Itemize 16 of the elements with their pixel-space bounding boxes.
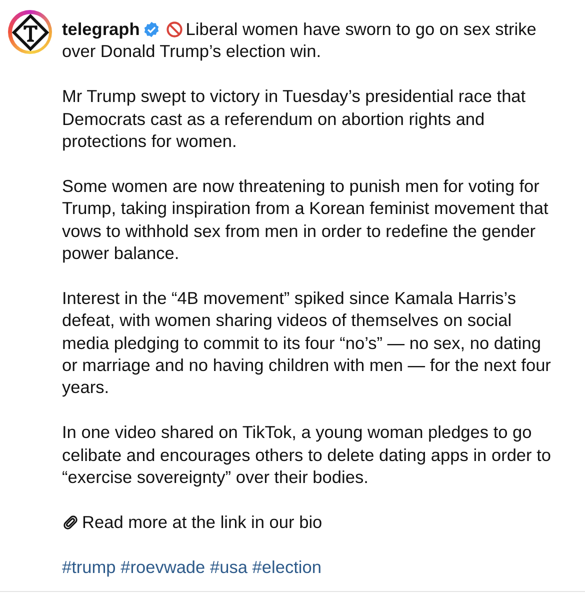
avatar-ring[interactable] [8,10,52,54]
caption-paragraph: Some women are now threatening to punish men for voting for Trump, taking inspiration from a Korean feminist movement that vows to withhold sex from men in order to redefine the gender power balance. [62,174,550,264]
hashtag-link[interactable]: #election [252,556,322,577]
logo-icon [10,12,50,52]
caption-text: Liberal women have sworn to go on sex strike [186,19,536,39]
username-link[interactable]: telegraph [62,19,140,39]
prohibited-icon [166,21,183,38]
hashtag-link[interactable]: #usa [210,556,248,577]
paperclip-icon [62,514,79,531]
caption-paragraph: In one video shared on TikTok, a young woman pledges to go celibate and encourages others to delete dating apps in order to “exercise sovereignty” over their bodies. [62,421,552,488]
caption-paragraph: Interest in the “4B movement” spiked since Kamala Harris’s defeat, with women sharing videos of themselves on social media pledging to commit to its four “no’s” — no sex, no dating or marriage and no having children with men — for the next four years. [62,286,552,399]
caption-paragraph: Mr Trump swept to victory in Tuesday’s presidential race that Democrats cast as a referendum on abortion rights and protections for women. [62,85,527,152]
link-note: Read more at the link in our bio [82,512,322,532]
caption-text: over Donald Trump’s election win. [62,41,322,62]
hashtag-link[interactable]: #roevwade [120,556,206,577]
hashtag-link[interactable]: #trump [62,556,116,577]
